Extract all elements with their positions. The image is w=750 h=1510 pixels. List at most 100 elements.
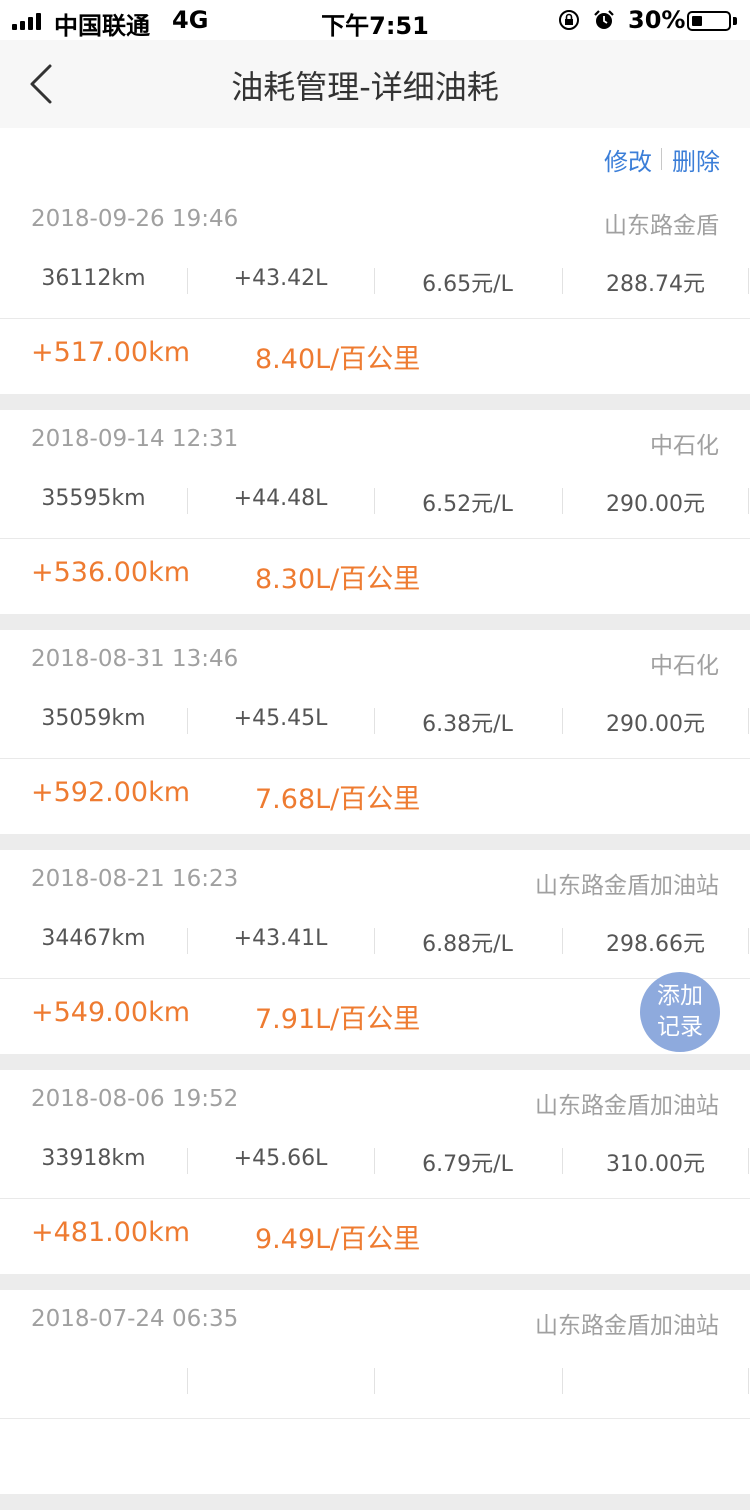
delete-button[interactable]: 删除 xyxy=(672,142,720,177)
stat-separator xyxy=(374,268,375,294)
record-date: 2018-08-31 13:46 xyxy=(31,646,239,672)
record-consumption: 8.40L/百公里 xyxy=(255,344,421,375)
record-station: 山东路金盾加油站 xyxy=(535,1093,719,1119)
stat-separator xyxy=(374,1148,375,1174)
record-stats: 34467km +43.41L 6.88元/L 298.66元 xyxy=(0,926,750,957)
record-item[interactable]: 2018-09-26 19:46 山东路金盾 36112km +43.42L 6.65元… xyxy=(0,190,750,394)
unit-price: 6.52元/L xyxy=(422,492,513,517)
record-item[interactable]: 2018-08-06 19:52 山东路金盾加油站 33918km +45.66L 6.… xyxy=(0,1070,750,1274)
stat-separator xyxy=(187,268,188,294)
record-stats: 36112km +43.42L 6.65元/L 288.74元 xyxy=(0,266,750,297)
record-date: 2018-09-14 12:31 xyxy=(31,426,239,452)
record-date: 2018-09-26 19:46 xyxy=(31,206,239,232)
record-date: 2018-08-21 16:23 xyxy=(31,866,239,892)
stat-separator xyxy=(374,488,375,514)
record-consumption: 8.30L/百公里 xyxy=(255,564,421,595)
battery-percent: 30% xyxy=(628,6,686,34)
record-station: 中石化 xyxy=(650,653,719,679)
stat-separator xyxy=(748,488,749,514)
record-item[interactable]: 2018-07-24 06:35 山东路金盾加油站 xyxy=(0,1290,750,1494)
total-cost: 288.74元 xyxy=(606,272,705,297)
edit-button[interactable]: 修改 xyxy=(604,142,652,177)
record-distance: +592.00km xyxy=(31,777,191,808)
page-title: 油耗管理-详细油耗 xyxy=(231,68,499,106)
stat-separator xyxy=(187,928,188,954)
stat-separator xyxy=(187,708,188,734)
record-divider xyxy=(0,978,750,979)
record-divider xyxy=(0,1198,750,1199)
stat-separator xyxy=(187,1368,188,1394)
toolbar-divider xyxy=(661,148,662,170)
fuel-amount: +43.42L xyxy=(233,266,328,291)
battery-icon xyxy=(687,11,731,31)
stat-separator xyxy=(748,928,749,954)
stat-separator xyxy=(374,928,375,954)
unit-price: 6.79元/L xyxy=(422,1152,513,1177)
odometer-value: 35059km xyxy=(41,706,146,731)
stat-separator xyxy=(187,1148,188,1174)
stat-separator xyxy=(374,708,375,734)
unit-price: 6.65元/L xyxy=(422,272,513,297)
total-cost: 310.00元 xyxy=(606,1152,705,1177)
record-divider xyxy=(0,1418,750,1419)
add-record-button[interactable]: 添加 记录 xyxy=(640,972,720,1052)
odometer-value: 33918km xyxy=(41,1146,146,1171)
status-bar: 中国联通 4G 下午7:51 30% xyxy=(0,0,750,40)
stat-separator xyxy=(187,488,188,514)
fuel-amount: +45.66L xyxy=(233,1146,328,1171)
stat-separator xyxy=(748,268,749,294)
record-distance: +481.00km xyxy=(31,1217,191,1248)
record-stats: 33918km +45.66L 6.79元/L 310.00元 xyxy=(0,1146,750,1177)
fuel-amount: +45.45L xyxy=(233,706,328,731)
record-item[interactable]: 2018-08-31 13:46 中石化 35059km +45.45L 6.38元/L… xyxy=(0,630,750,834)
record-consumption: 7.68L/百公里 xyxy=(255,784,421,815)
unit-price: 6.38元/L xyxy=(422,712,513,737)
stat-separator xyxy=(748,708,749,734)
rotation-lock-icon xyxy=(559,10,579,30)
stat-separator xyxy=(748,1148,749,1174)
record-divider xyxy=(0,758,750,759)
stat-separator xyxy=(374,1368,375,1394)
record-divider xyxy=(0,538,750,539)
odometer-value: 36112km xyxy=(41,266,146,291)
stat-separator xyxy=(562,928,563,954)
add-record-label-2: 记录 xyxy=(657,1014,703,1040)
total-cost: 290.00元 xyxy=(606,712,705,737)
fuel-amount: +44.48L xyxy=(233,486,328,511)
record-toolbar: 修改 删除 xyxy=(0,128,750,190)
record-station: 山东路金盾加油站 xyxy=(535,1313,719,1339)
record-distance: +536.00km xyxy=(31,557,191,588)
odometer-value: 34467km xyxy=(41,926,146,951)
fuel-amount: +43.41L xyxy=(233,926,328,951)
record-consumption: 9.49L/百公里 xyxy=(255,1224,421,1255)
stat-separator xyxy=(562,708,563,734)
battery-tip xyxy=(733,17,737,25)
record-stats xyxy=(0,1366,750,1396)
odometer-value: 35595km xyxy=(41,486,146,511)
stat-separator xyxy=(562,268,563,294)
record-date: 2018-08-06 19:52 xyxy=(31,1086,239,1112)
total-cost: 290.00元 xyxy=(606,492,705,517)
record-stats: 35059km +45.45L 6.38元/L 290.00元 xyxy=(0,706,750,737)
record-station: 山东路金盾加油站 xyxy=(535,873,719,899)
record-station: 山东路金盾 xyxy=(604,213,719,239)
stat-separator xyxy=(748,1368,749,1394)
record-divider xyxy=(0,318,750,319)
stat-separator xyxy=(562,488,563,514)
record-distance: +549.00km xyxy=(31,997,191,1028)
record-distance: +517.00km xyxy=(31,337,191,368)
alarm-icon xyxy=(594,10,614,29)
record-stats: 35595km +44.48L 6.52元/L 290.00元 xyxy=(0,486,750,517)
record-item[interactable]: 2018-08-21 16:23 山东路金盾加油站 34467km +43.41L 6.… xyxy=(0,850,750,1054)
records-list: 2018-09-26 19:46 山东路金盾 36112km +43.42L 6.65元… xyxy=(0,190,750,1510)
record-consumption: 7.91L/百公里 xyxy=(255,1004,421,1035)
total-cost: 298.66元 xyxy=(606,932,705,957)
stat-separator xyxy=(562,1368,563,1394)
stat-separator xyxy=(562,1148,563,1174)
nav-bar: 油耗管理-详细油耗 xyxy=(0,40,750,128)
record-date: 2018-07-24 06:35 xyxy=(31,1306,239,1332)
unit-price: 6.88元/L xyxy=(422,932,513,957)
record-station: 中石化 xyxy=(650,433,719,459)
record-item[interactable]: 2018-09-14 12:31 中石化 35595km +44.48L 6.52元/L… xyxy=(0,410,750,614)
add-record-label-1: 添加 xyxy=(657,983,703,1009)
